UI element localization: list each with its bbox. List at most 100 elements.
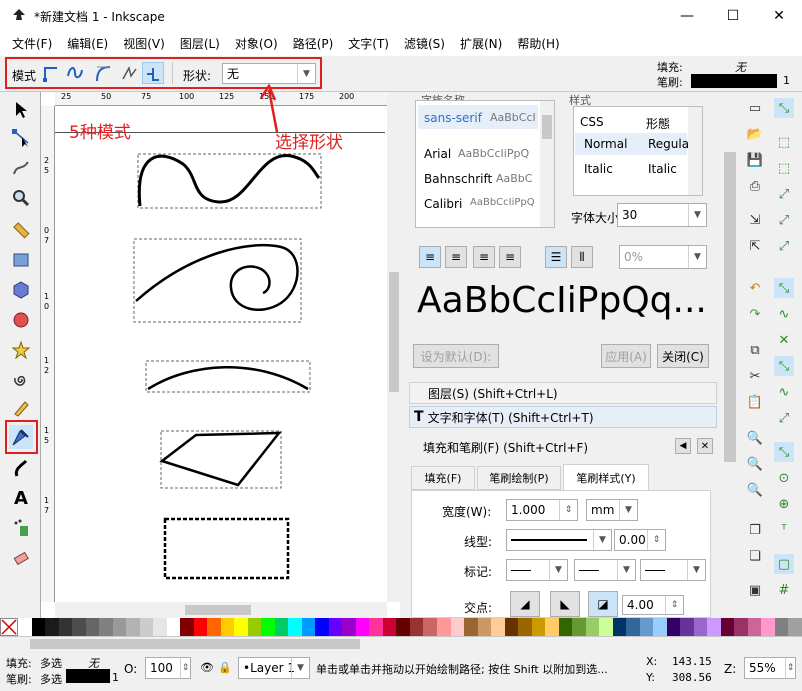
snap-cusp-icon[interactable]: ⤡ (774, 356, 794, 376)
palette-swatch[interactable] (18, 618, 32, 636)
spiral-tool-icon[interactable] (9, 368, 33, 392)
bspline-mode-icon[interactable] (92, 62, 114, 84)
list-scrollbar[interactable] (688, 107, 702, 195)
palette-swatch[interactable] (301, 618, 316, 636)
scroll-thumb[interactable] (542, 115, 552, 139)
menu-text[interactable]: 文字(T) (348, 35, 389, 52)
align-justify-icon[interactable]: ≡ (499, 246, 521, 268)
canvas-area[interactable]: 25 50 75 100 125 150 175 200 2 5 0 7 1 0… (40, 84, 401, 618)
palette-swatch[interactable] (409, 618, 424, 636)
palette-swatch[interactable] (342, 618, 356, 636)
palette-swatch[interactable] (734, 618, 748, 636)
import-icon[interactable]: ⇲ (745, 210, 765, 230)
round-join-icon[interactable]: ◣ (550, 591, 580, 617)
palette-swatch[interactable] (707, 618, 721, 636)
layer-select[interactable]: •Layer 1 ▼ (238, 657, 310, 679)
bevel-join-icon[interactable]: ◪ (588, 591, 618, 617)
menu-filters[interactable]: 滤镜(S) (404, 35, 445, 52)
palette-swatch[interactable] (126, 618, 140, 636)
spinner-icon[interactable]: ⇕ (180, 658, 190, 678)
palette-swatch[interactable] (464, 618, 478, 636)
snap-smooth-icon[interactable]: ∿ (774, 382, 794, 402)
selector-tool-icon[interactable] (9, 98, 33, 122)
palette-swatch[interactable] (531, 618, 546, 636)
calligraphy-tool-icon[interactable] (9, 456, 33, 480)
zoom-selection-icon[interactable]: 🔍 (745, 428, 765, 448)
palette-swatch[interactable] (599, 618, 613, 636)
layer-lock-icon[interactable]: 🔒 (218, 661, 234, 677)
no-paint-swatch[interactable] (0, 618, 18, 636)
palette-swatch[interactable] (58, 618, 73, 636)
tab-stroke-style[interactable]: 笔刷样式(Y) (563, 464, 649, 490)
status-stroke-swatch[interactable] (66, 669, 110, 683)
palette-swatch[interactable] (545, 618, 559, 636)
menu-file[interactable]: 文件(F) (12, 35, 52, 52)
text-tool-icon[interactable]: A (9, 486, 33, 510)
fill-stroke-dock-header[interactable]: 填充和笔刷(F) (Shift+Ctrl+F) ◀ ✕ (409, 436, 717, 458)
zoom-input[interactable]: 55% ⇕ (744, 657, 796, 679)
palette-swatch[interactable] (99, 618, 113, 636)
bezier-mode-icon[interactable] (40, 62, 62, 84)
paste-icon[interactable]: 📋 (745, 392, 765, 412)
palette-swatch[interactable] (423, 618, 437, 636)
palette-swatch[interactable] (653, 618, 667, 636)
palette-swatch[interactable] (680, 618, 694, 636)
line-spacing-select[interactable]: 0% ▼ (619, 245, 707, 269)
print-icon[interactable]: ⎙ (745, 176, 765, 196)
snap-intersection-icon[interactable]: ✕ (774, 330, 794, 350)
palette-swatch[interactable] (788, 618, 802, 636)
dock-scrollbar[interactable] (721, 92, 739, 618)
font-family-list[interactable]: sans-serif AaBbCcI Arial AaBbCcIiPpQ Bah… (415, 100, 555, 228)
palette-swatch[interactable] (639, 618, 654, 636)
end-marker-select[interactable]: ▼ (640, 559, 706, 581)
menu-layer[interactable]: 图层(L) (180, 35, 220, 52)
snap-bbox-edge-icon[interactable]: ⬚ (774, 158, 794, 178)
palette-swatch[interactable] (166, 618, 181, 636)
palette-swatch[interactable] (504, 618, 519, 636)
palette-swatch[interactable] (247, 618, 262, 636)
palette-swatch[interactable] (261, 618, 275, 636)
align-center-icon[interactable]: ≡ (445, 246, 467, 268)
palette-swatch[interactable] (112, 618, 127, 636)
open-icon[interactable]: 📂 (745, 124, 765, 144)
palette-swatch[interactable] (518, 618, 532, 636)
snap-center-icon[interactable]: ⊙ (774, 468, 794, 488)
snap-grid-icon[interactable]: # (774, 580, 794, 600)
horizontal-scrollbar[interactable] (55, 602, 387, 618)
close-button[interactable]: ✕ (756, 0, 802, 31)
mid-marker-select[interactable]: ▼ (574, 559, 636, 581)
menu-extensions[interactable]: 扩展(N) (460, 35, 502, 52)
palette-swatch[interactable] (220, 618, 235, 636)
font-size-select[interactable]: 30 ▼ (617, 203, 707, 227)
spinner-icon[interactable]: ⇕ (647, 530, 665, 550)
snap-bbox-midpoint-icon[interactable]: ⤢ (774, 210, 794, 230)
zoom-page-icon[interactable]: 🔍 (745, 480, 765, 500)
set-default-button[interactable]: 设为默认(D): (413, 344, 499, 368)
snap-midpoint-icon[interactable]: ⤢ (774, 408, 794, 428)
palette-swatch[interactable] (382, 618, 397, 636)
palette-swatch[interactable] (558, 618, 573, 636)
tab-fill[interactable]: 填充(F) (411, 466, 475, 490)
iconify-button[interactable]: ◀ (675, 438, 691, 454)
undo-icon[interactable]: ↶ (745, 278, 765, 298)
snap-rotation-center-icon[interactable]: ⊕ (774, 494, 794, 514)
palette-swatch[interactable] (747, 618, 762, 636)
align-left-icon[interactable]: ≡ (419, 246, 441, 268)
scroll-thumb[interactable] (389, 272, 399, 392)
width-unit-select[interactable]: mm ▼ (586, 499, 638, 521)
palette-swatch[interactable] (369, 618, 383, 636)
rectangle-tool-icon[interactable] (9, 248, 33, 272)
palette-swatch[interactable] (288, 618, 302, 636)
spinner-icon[interactable]: ⇕ (785, 658, 795, 678)
shape-select[interactable]: 无 ▼ (222, 63, 316, 84)
palette-swatch[interactable] (193, 618, 208, 636)
palette-swatch[interactable] (207, 618, 221, 636)
palette-swatch[interactable] (720, 618, 735, 636)
miter-join-icon[interactable]: ◢ (510, 591, 540, 617)
menu-edit[interactable]: 编辑(E) (67, 35, 108, 52)
vertical-text-icon[interactable]: ⦀ (571, 246, 593, 268)
star-tool-icon[interactable] (9, 338, 33, 362)
ellipse-tool-icon[interactable] (9, 308, 33, 332)
pen-tool-icon[interactable] (9, 425, 33, 449)
polyline-mode-icon[interactable] (118, 62, 140, 84)
